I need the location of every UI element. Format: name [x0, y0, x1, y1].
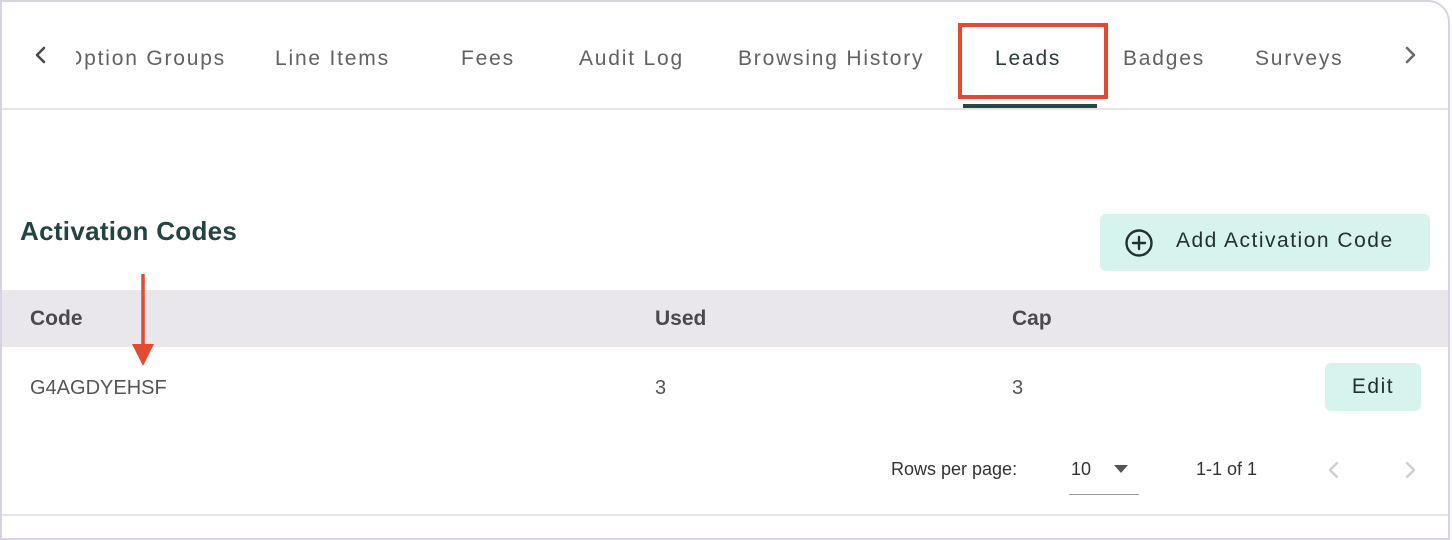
add-activation-code-label: Add Activation Code [1176, 229, 1394, 252]
cell-used: 3 [655, 377, 667, 399]
chevron-right-icon [1405, 461, 1416, 479]
column-header-cap[interactable]: Cap [1012, 307, 1052, 331]
rows-per-page-select[interactable]: 10 [1069, 452, 1139, 495]
tabs-next-button[interactable] [1395, 40, 1425, 70]
tabs-prev-button[interactable] [26, 40, 56, 70]
annotation-highlight-box [958, 23, 1108, 99]
chevron-left-icon [1328, 461, 1339, 479]
next-page-button[interactable] [1396, 456, 1424, 484]
tab-line-items[interactable]: Line Items [275, 44, 390, 74]
tab-bar: Option Groups Line Items Fees Audit Log … [0, 0, 1452, 110]
tab-audit-log[interactable]: Audit Log [579, 44, 684, 74]
tab-badges[interactable]: Badges [1123, 44, 1205, 74]
edit-button[interactable]: Edit [1325, 363, 1421, 411]
add-activation-code-button[interactable]: Add Activation Code [1100, 214, 1430, 271]
tab-surveys[interactable]: Surveys [1255, 44, 1343, 74]
section-title: Activation Codes [20, 216, 238, 246]
column-header-used[interactable]: Used [655, 307, 706, 331]
plus-circle-icon [1125, 229, 1153, 257]
chevron-left-icon [35, 46, 46, 64]
annotation-arrow [132, 274, 154, 366]
previous-page-button[interactable] [1320, 456, 1348, 484]
footer-divider [2, 514, 1448, 516]
rows-per-page-value: 10 [1071, 459, 1092, 479]
tab-option-groups[interactable]: Option Groups [76, 44, 226, 74]
rows-per-page-label: Rows per page: [891, 459, 1018, 479]
pagination-range: 1-1 of 1 [1196, 459, 1258, 479]
cell-code: G4AGDYEHSF [30, 377, 167, 399]
column-header-code[interactable]: Code [30, 307, 83, 331]
table-row: G4AGDYEHSF 3 3 Edit [2, 347, 1448, 431]
chevron-right-icon [1405, 46, 1416, 64]
caret-down-icon [1114, 465, 1128, 473]
cell-cap: 3 [1012, 377, 1024, 399]
table-header: Code Used Cap [2, 290, 1448, 347]
tab-browsing-history[interactable]: Browsing History [738, 44, 924, 74]
tab-fees[interactable]: Fees [461, 44, 515, 74]
tab-bar-divider [2, 108, 1448, 110]
